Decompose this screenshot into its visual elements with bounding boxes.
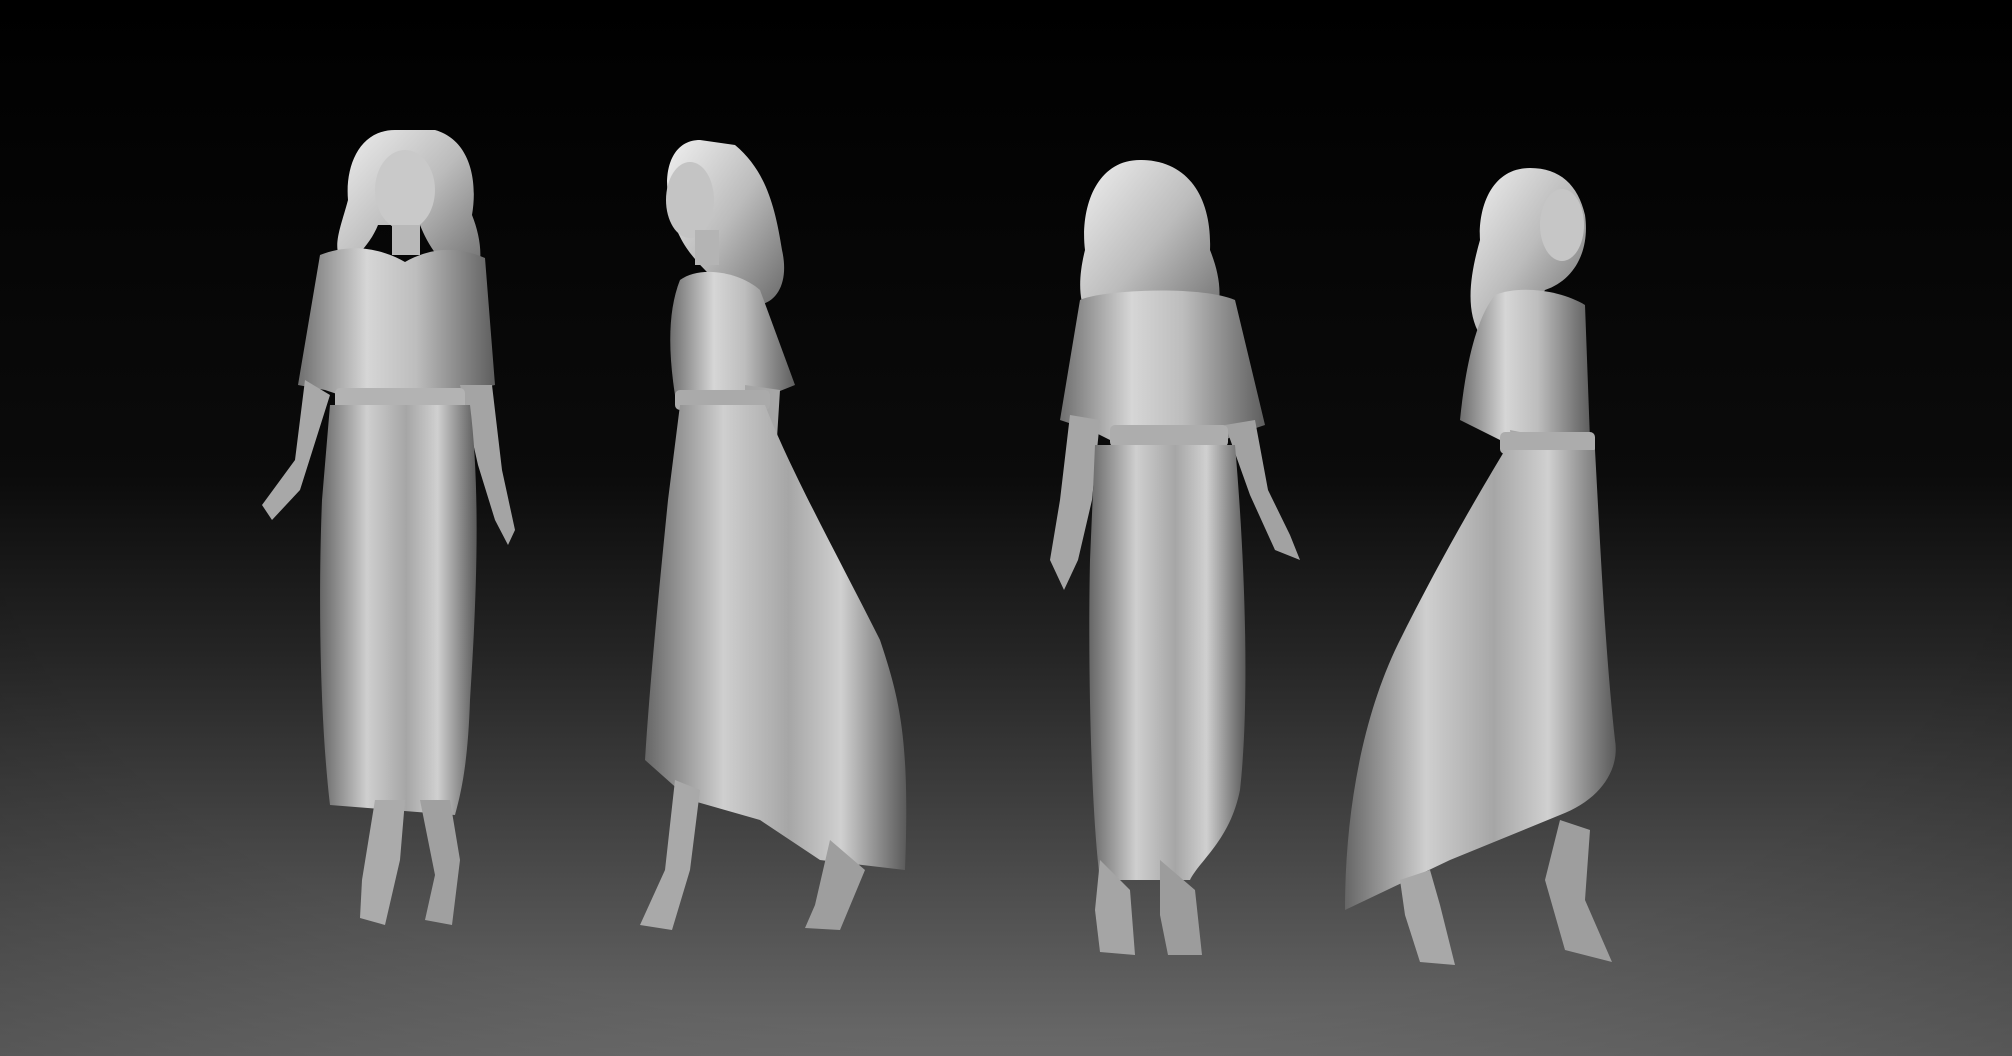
gradient-backdrop (0, 0, 2012, 1056)
sculpt-render-viewport (0, 0, 2012, 1056)
